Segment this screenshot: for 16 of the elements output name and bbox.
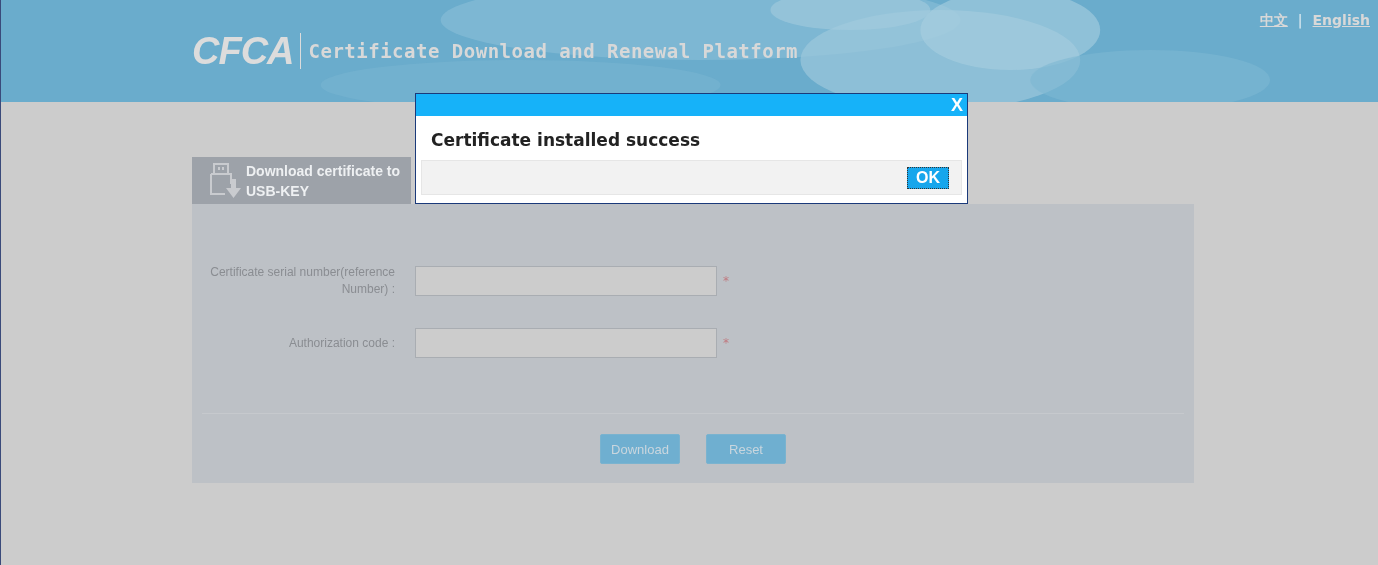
form-button[interactable]: Reset xyxy=(706,434,786,464)
input-field[interactable] xyxy=(415,266,717,296)
dialog-message: Certificate installed success xyxy=(431,130,702,150)
language-link[interactable]: English xyxy=(1312,12,1370,28)
usb-download-icon xyxy=(208,162,242,199)
input-field[interactable] xyxy=(415,328,717,358)
required-mark: * xyxy=(723,274,729,288)
ok-button[interactable]: OK xyxy=(907,166,949,189)
site-title: Certificate Download and Renewal Platform xyxy=(308,40,799,62)
close-button[interactable]: X xyxy=(947,94,967,116)
separator: | xyxy=(1297,12,1303,28)
language-link[interactable]: 中文 xyxy=(1259,12,1288,30)
form-button[interactable]: Download xyxy=(600,434,680,464)
required-mark: * xyxy=(723,336,729,350)
tab[interactable]: Download certificate to USB-KEY xyxy=(192,157,411,204)
logo: CFCA xyxy=(192,33,301,69)
